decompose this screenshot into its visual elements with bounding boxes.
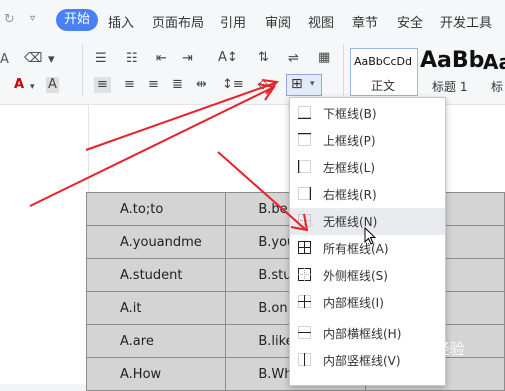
inside-borders-icon	[298, 295, 311, 308]
menu-item-label: 内部竖框线(V)	[323, 354, 401, 368]
watermark: Baidu经验	[392, 340, 465, 358]
menu-item-right-border[interactable]: 右框线(R)	[290, 181, 445, 208]
eraser-icon[interactable]: ⌫	[24, 51, 42, 67]
tab-page-layout[interactable]: 页面布局	[152, 12, 204, 31]
right-border-icon	[298, 187, 311, 200]
table-cell[interactable]: A.are	[85, 324, 227, 358]
page-margin-guide	[0, 105, 89, 192]
paint-bucket-icon[interactable]: ◇	[258, 77, 268, 93]
line-spacing-icon[interactable]: ↕≡	[222, 77, 244, 93]
increase-indent-icon[interactable]: ⇥	[182, 51, 193, 67]
table-cell[interactable]: A.youandme	[85, 225, 227, 259]
style-name: 标题 1	[432, 80, 468, 94]
menu-item-label: 内部横框线(H)	[323, 327, 402, 341]
menu-item-label: 右框线(R)	[323, 188, 377, 202]
tab-security[interactable]: 安全	[397, 12, 423, 31]
quick-access-dropdown-icon[interactable]: ▿	[30, 13, 35, 24]
menu-item-outside-borders[interactable]: 外侧框线(S)	[290, 262, 445, 289]
borders-icon: ⊞	[291, 76, 303, 92]
font-color-icon[interactable]: A	[14, 77, 24, 93]
tab-references[interactable]: 引用	[220, 12, 246, 31]
menu-item-label: 所有框线(A)	[323, 242, 389, 256]
table-cell[interactable]: A.it	[85, 291, 227, 325]
table-icon[interactable]: ▦	[318, 50, 330, 66]
font-size-icon[interactable]: A	[0, 52, 9, 68]
mouse-cursor-icon	[364, 227, 376, 245]
tab-view[interactable]: 视图	[308, 12, 334, 31]
top-border-icon	[298, 133, 311, 146]
tab-insert[interactable]: 插入	[108, 12, 134, 31]
menu-item-label: 内部框线(I)	[323, 296, 384, 310]
borders-button[interactable]: ⊞ ▾	[286, 74, 322, 96]
inside-horizontal-border-icon	[298, 326, 311, 339]
table-cell[interactable]: A.student	[85, 258, 227, 292]
style-heading-1[interactable]: AaBb 标题 1	[418, 48, 485, 94]
inside-vertical-border-icon	[298, 353, 311, 366]
tab-home[interactable]: 开始	[56, 9, 98, 31]
no-border-icon	[298, 214, 311, 227]
menu-item-label: 左框线(L)	[323, 161, 376, 175]
menu-item-label: 上框线(P)	[323, 134, 376, 148]
align-center-icon[interactable]: ≡	[124, 77, 135, 93]
distributed-icon[interactable]: ⇹	[196, 77, 207, 93]
bullet-list-icon[interactable]: ☰	[95, 51, 107, 67]
menu-item-bottom-border[interactable]: 下框线(B)	[290, 100, 445, 127]
tab-developer-tools[interactable]: 开发工具	[440, 12, 492, 31]
menu-item-inside-borders[interactable]: 内部框线(I)	[290, 289, 445, 316]
chevron-down-icon: ▾	[310, 79, 315, 89]
show-hide-marks-icon[interactable]: ⇌	[288, 51, 299, 67]
numbered-list-icon[interactable]: ☷	[126, 51, 138, 67]
menu-item-label: 下框线(B)	[323, 107, 377, 121]
font-color-dropdown-icon[interactable]: ▾	[30, 79, 35, 95]
divider	[82, 44, 83, 96]
redo-icon[interactable]: ↻	[4, 12, 15, 27]
style-name: 正文	[371, 79, 396, 93]
style-normal[interactable]: AaBbCcDd 正文	[350, 48, 418, 96]
style-name: 标	[491, 80, 504, 94]
bottom-border-icon	[298, 106, 311, 119]
left-border-icon	[298, 160, 311, 173]
table-cell[interactable]: A.to;to	[85, 192, 227, 226]
style-sample: AaBb	[420, 48, 485, 73]
menu-item-top-border[interactable]: 上框线(P)	[290, 127, 445, 154]
format-dropdown-icon[interactable]: ▾	[48, 52, 55, 68]
justify-icon[interactable]: ≣	[172, 77, 183, 93]
character-shading-icon[interactable]: A	[46, 77, 59, 93]
style-sample: Aa	[483, 50, 505, 74]
decrease-indent-icon[interactable]: ⇤	[156, 51, 167, 67]
all-borders-icon	[298, 241, 311, 254]
menu-bar: ↻ ▿ 开始 插入 页面布局 引用 审阅 视图 章节 安全 开发工具	[0, 0, 505, 40]
style-heading-2[interactable]: Aa 标	[482, 48, 505, 94]
tab-review[interactable]: 审阅	[265, 12, 291, 31]
tab-chapter[interactable]: 章节	[352, 12, 378, 31]
table-cell[interactable]: A.How	[85, 357, 227, 391]
align-right-icon[interactable]: ≡	[148, 77, 159, 93]
style-sample: AaBbCcDd	[354, 55, 412, 68]
menu-item-left-border[interactable]: 左框线(L)	[290, 154, 445, 181]
menu-item-label: 外侧框线(S)	[323, 269, 388, 283]
outside-borders-icon	[298, 268, 311, 281]
divider	[343, 44, 344, 96]
text-direction-icon[interactable]: A↕	[218, 50, 238, 66]
align-left-icon[interactable]: ≡	[94, 77, 111, 93]
sort-icon[interactable]: ⇅	[258, 50, 269, 66]
